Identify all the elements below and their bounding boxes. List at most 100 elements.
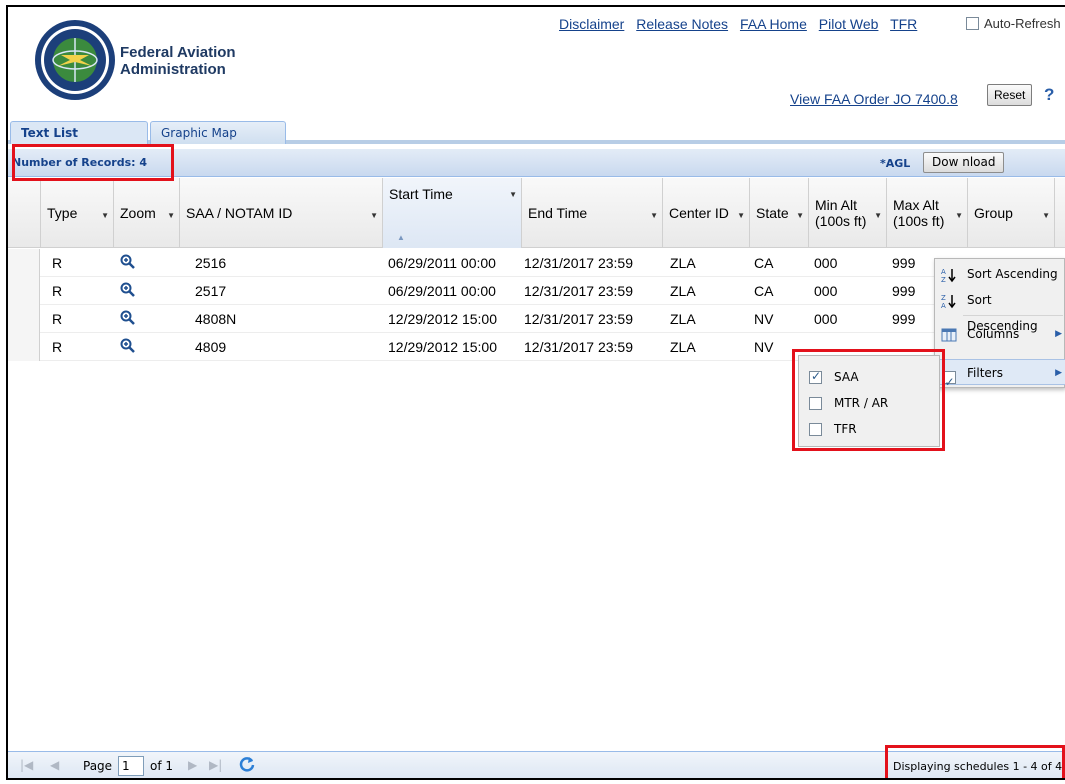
cell-start-time: 06/29/2011 00:00 xyxy=(388,283,496,299)
chevron-down-icon[interactable]: ▼ xyxy=(874,211,882,220)
filter-option-saa[interactable]: SAA xyxy=(809,368,859,386)
chevron-down-icon[interactable]: ▼ xyxy=(509,190,517,199)
cell-start-time: 12/29/2012 15:00 xyxy=(388,311,497,327)
row-handle[interactable] xyxy=(8,333,40,361)
svg-text:Z: Z xyxy=(941,276,946,283)
cell-state: CA xyxy=(754,283,774,299)
cell-type: R xyxy=(52,311,63,327)
cell-min-alt: 000 xyxy=(814,311,838,327)
chevron-down-icon[interactable]: ▼ xyxy=(737,211,745,220)
menu-item-columns[interactable]: Columns ▶ xyxy=(935,321,1065,347)
next-page-icon[interactable]: ▶ xyxy=(188,758,197,772)
release-notes-link[interactable]: Release Notes xyxy=(636,16,728,32)
cell-max-alt: 999 xyxy=(892,283,916,299)
col-header-min-alt-line2: (100s ft) xyxy=(815,213,867,229)
chevron-down-icon[interactable]: ▼ xyxy=(650,211,658,220)
auto-refresh-checkbox[interactable] xyxy=(966,17,979,30)
sort-ascending-icon: ▲ xyxy=(397,233,405,242)
reset-button[interactable]: Reset xyxy=(987,84,1033,106)
row-handle[interactable] xyxy=(8,249,40,277)
view-order-link[interactable]: View FAA Order JO 7400.8 xyxy=(790,91,958,107)
cell-center-id: ZLA xyxy=(670,283,696,299)
disclaimer-link[interactable]: Disclaimer xyxy=(559,16,624,32)
col-header-max-alt-line1: Max Alt xyxy=(893,197,939,213)
cell-center-id: ZLA xyxy=(670,339,696,355)
org-name-line2: Administration xyxy=(120,61,226,78)
table-row[interactable]: R 2516 06/29/2011 00:00 12/31/2017 23:59… xyxy=(8,249,1065,277)
filters-checkbox[interactable] xyxy=(942,369,956,395)
chevron-down-icon[interactable]: ▼ xyxy=(101,211,109,220)
chevron-down-icon[interactable]: ▼ xyxy=(1042,211,1050,220)
faa-seal-logo xyxy=(35,20,115,100)
zoom-icon[interactable] xyxy=(120,310,136,329)
filter-saa-checkbox[interactable] xyxy=(809,369,822,384)
last-page-icon[interactable]: ▶| xyxy=(209,758,222,772)
pilot-web-link[interactable]: Pilot Web xyxy=(819,16,879,32)
cell-min-alt: 000 xyxy=(814,255,838,271)
menu-item-sort-descending[interactable]: ZA Sort Descending xyxy=(935,287,1065,333)
org-name: Federal Aviation Administration xyxy=(120,44,236,78)
menu-item-sort-ascending[interactable]: AZ Sort Ascending xyxy=(935,261,1065,287)
chevron-down-icon[interactable]: ▼ xyxy=(370,211,378,220)
cell-state: CA xyxy=(754,255,774,271)
paging-toolbar: |◀ ◀ Page of 1 ▶ ▶| Displaying schedules… xyxy=(8,751,1065,778)
filter-tfr-checkbox[interactable] xyxy=(809,422,822,436)
filter-saa-label: SAA xyxy=(834,370,859,384)
zoom-icon[interactable] xyxy=(120,282,136,301)
menu-item-filters-label: Filters xyxy=(967,366,1003,380)
tab-graphic-map[interactable]: Graphic Map xyxy=(150,121,286,144)
help-icon[interactable]: ? xyxy=(1044,85,1054,105)
col-header-min-alt-label: Min Alt (100s ft) xyxy=(815,197,866,229)
menu-item-filters[interactable]: Filters ▶ xyxy=(935,359,1065,395)
page-number-input[interactable] xyxy=(118,756,144,776)
col-header-state[interactable]: State ▼ xyxy=(750,178,809,248)
svg-text:Z: Z xyxy=(941,294,946,302)
filter-mtr-ar-checkbox[interactable] xyxy=(809,396,822,410)
cell-saa-id: 2517 xyxy=(195,283,227,299)
filter-option-tfr[interactable]: TFR xyxy=(809,420,857,438)
chevron-down-icon[interactable]: ▼ xyxy=(955,211,963,220)
table-row[interactable]: R 4808N 12/29/2012 15:00 12/31/2017 23:5… xyxy=(8,305,1065,333)
col-header-end-time[interactable]: End Time ▼ xyxy=(522,178,663,248)
checkbox-checked-icon[interactable] xyxy=(941,365,957,395)
row-handle[interactable] xyxy=(8,305,40,333)
filter-tfr-label: TFR xyxy=(834,422,857,436)
table-row[interactable]: R 2517 06/29/2011 00:00 12/31/2017 23:59… xyxy=(8,277,1065,305)
row-handle-header xyxy=(8,178,41,248)
faa-home-link[interactable]: FAA Home xyxy=(740,16,807,32)
col-header-max-alt[interactable]: Max Alt (100s ft) ▼ xyxy=(887,178,968,248)
col-header-center-id-label: Center ID xyxy=(669,205,729,221)
download-button[interactable]: Dow nload xyxy=(923,152,1005,173)
row-handle[interactable] xyxy=(8,277,40,305)
chevron-down-icon[interactable]: ▼ xyxy=(796,211,804,220)
col-header-group[interactable]: Group ▼ xyxy=(968,178,1055,248)
page-label: Page xyxy=(83,759,113,773)
filter-option-mtr-ar[interactable]: MTR / AR xyxy=(809,394,888,412)
tab-text-list[interactable]: Text List xyxy=(10,121,148,144)
col-header-saa-id[interactable]: SAA / NOTAM ID ▼ xyxy=(180,178,383,248)
col-header-center-id[interactable]: Center ID ▼ xyxy=(663,178,750,248)
zoom-icon[interactable] xyxy=(120,254,136,273)
cell-end-time: 12/31/2017 23:59 xyxy=(524,283,633,299)
tfr-link[interactable]: TFR xyxy=(890,16,917,32)
refresh-icon[interactable] xyxy=(238,755,256,776)
auto-refresh: Auto-Refresh xyxy=(966,16,1061,31)
submenu-arrow-icon: ▶ xyxy=(1055,368,1062,378)
col-header-start-time[interactable]: Start Time ▼ ▲ xyxy=(383,178,522,248)
col-header-min-alt[interactable]: Min Alt (100s ft) ▼ xyxy=(809,178,887,248)
grid-toolbar: Number of Records: 4 *AGL Dow nload xyxy=(8,149,1065,177)
zoom-icon[interactable] xyxy=(120,338,136,357)
grid-header: Type ▼ Zoom ▼ SAA / NOTAM ID ▼ Start Tim… xyxy=(8,178,1065,248)
first-page-icon[interactable]: |◀ xyxy=(20,758,33,772)
chevron-down-icon[interactable]: ▼ xyxy=(167,211,175,220)
page-header: Federal Aviation Administration Disclaim… xyxy=(8,7,1065,120)
prev-page-icon[interactable]: ◀ xyxy=(50,758,59,772)
menu-item-columns-label: Columns xyxy=(967,327,1020,341)
col-header-state-label: State xyxy=(756,205,789,221)
cell-center-id: ZLA xyxy=(670,255,696,271)
col-header-type[interactable]: Type ▼ xyxy=(41,178,114,248)
col-header-group-label: Group xyxy=(974,205,1013,221)
col-header-zoom[interactable]: Zoom ▼ xyxy=(114,178,180,248)
col-header-min-alt-line1: Min Alt xyxy=(815,197,858,213)
cell-type: R xyxy=(52,255,63,271)
